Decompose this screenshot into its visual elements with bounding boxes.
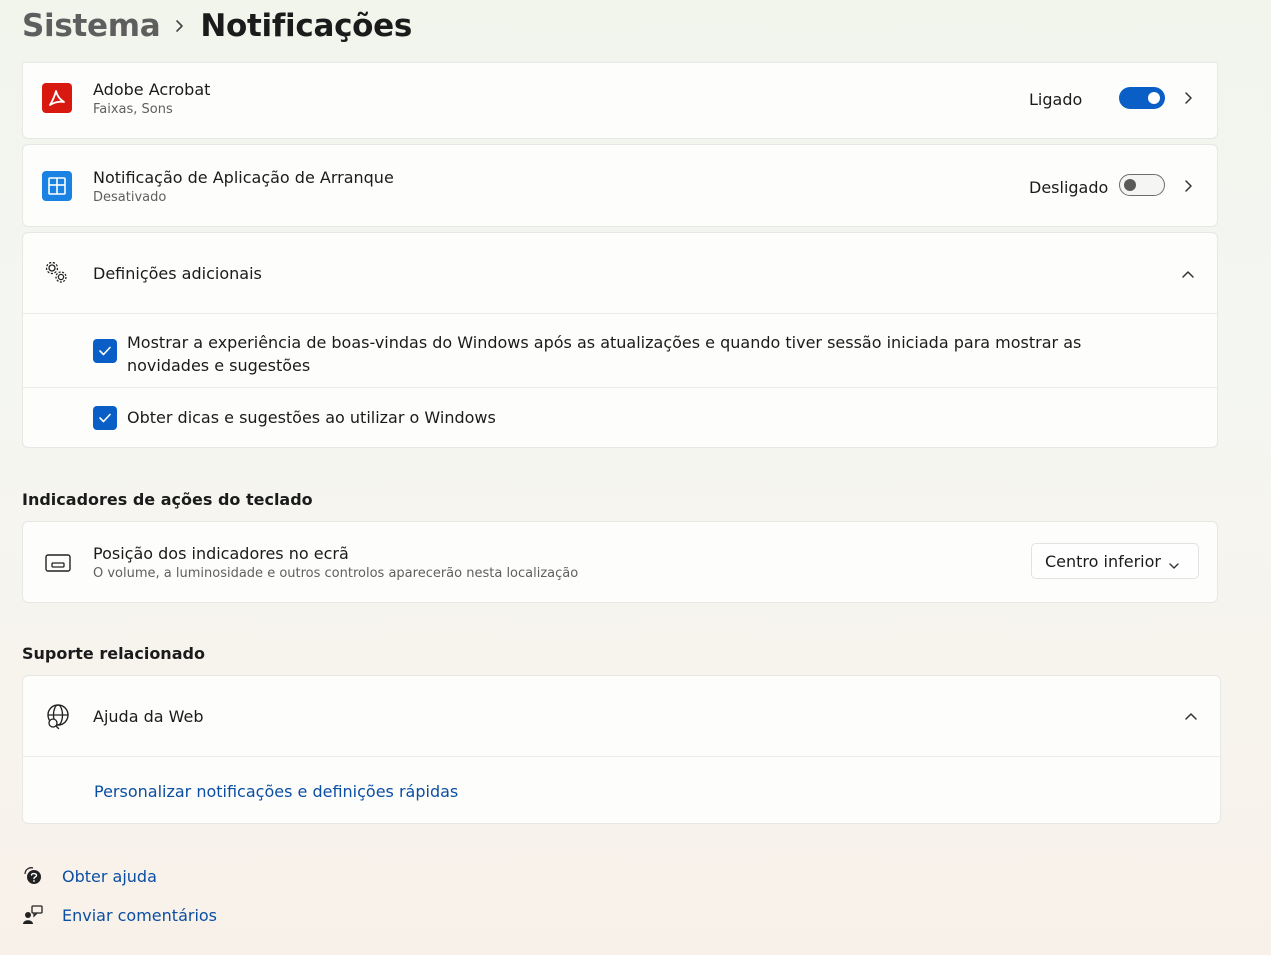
divider xyxy=(23,756,1220,757)
app-name: Adobe Acrobat xyxy=(93,80,211,99)
notification-toggle-startup-app[interactable] xyxy=(1119,174,1165,196)
chevron-right-icon[interactable] xyxy=(1181,91,1195,105)
app-name: Notificação de Aplicação de Arranque xyxy=(93,168,394,187)
dropdown-selected-value: Centro inferior xyxy=(1045,551,1161,571)
option-label: Mostrar a experiência de boas-vindas do … xyxy=(127,333,1082,375)
feedback-icon xyxy=(22,904,44,926)
indicator-position-subtitle: O volume, a luminosidade e outros contro… xyxy=(93,566,579,581)
gear-icon xyxy=(42,258,72,288)
web-help-header[interactable]: Ajuda da Web xyxy=(23,676,1220,756)
chevron-down-icon xyxy=(1168,556,1180,575)
option-welcome-experience[interactable]: Mostrar a experiência de boas-vindas do … xyxy=(23,314,1217,387)
chevron-up-icon[interactable] xyxy=(1181,267,1195,281)
additional-settings-header[interactable]: Definições adicionais xyxy=(23,233,1217,313)
indicator-position-dropdown[interactable]: Centro inferior xyxy=(1031,543,1199,579)
chevron-up-icon[interactable] xyxy=(1184,709,1198,723)
breadcrumb: Sistema Notificações xyxy=(22,4,412,48)
globe-help-icon xyxy=(43,702,73,732)
toggle-knob xyxy=(1148,92,1160,104)
app-card-adobe-acrobat[interactable]: Adobe Acrobat Faixas, Sons Ligado xyxy=(22,62,1218,139)
web-help-title: Ajuda da Web xyxy=(93,707,204,726)
page-title: Notificações xyxy=(200,8,413,44)
section-title-keyboard-indicators: Indicadores de ações do teclado xyxy=(22,490,313,509)
link-customize-notifications[interactable]: Personalizar notificações e definições r… xyxy=(94,782,458,801)
chevron-right-icon xyxy=(160,19,200,33)
help-chat-icon xyxy=(22,865,44,887)
toggle-state-label: Desligado xyxy=(1029,178,1109,197)
additional-settings-title: Definições adicionais xyxy=(93,264,262,283)
option-tips-suggestions[interactable]: Obter dicas e sugestões ao utilizar o Wi… xyxy=(23,388,1217,448)
keyboard-indicator-icon xyxy=(43,548,73,578)
toggle-state-label: Ligado xyxy=(1029,90,1083,109)
indicator-position-title: Posição dos indicadores no ecrã xyxy=(93,544,349,563)
get-help-item[interactable]: Obter ajuda xyxy=(22,865,157,887)
indicator-position-card: Posição dos indicadores no ecrã O volume… xyxy=(22,521,1218,603)
web-help-card: Ajuda da Web Personalizar notificações e… xyxy=(22,675,1221,824)
get-help-link[interactable]: Obter ajuda xyxy=(62,867,157,886)
send-feedback-link[interactable]: Enviar comentários xyxy=(62,906,217,925)
toggle-knob xyxy=(1124,179,1136,191)
app-subtitle: Faixas, Sons xyxy=(93,102,173,117)
checkbox-tips-suggestions[interactable] xyxy=(93,406,117,430)
breadcrumb-parent-sistema[interactable]: Sistema xyxy=(22,8,161,44)
notification-toggle-adobe-acrobat[interactable] xyxy=(1119,87,1165,109)
additional-settings-card: Definições adicionais Mostrar a experiên… xyxy=(22,232,1218,448)
checkbox-welcome-experience[interactable] xyxy=(93,339,117,363)
startup-app-icon xyxy=(42,171,72,201)
app-subtitle: Desativado xyxy=(93,190,167,205)
send-feedback-item[interactable]: Enviar comentários xyxy=(22,904,217,926)
app-card-startup-app-notification[interactable]: Notificação de Aplicação de Arranque Des… xyxy=(22,144,1218,227)
chevron-right-icon[interactable] xyxy=(1181,179,1195,193)
section-title-related-support: Suporte relacionado xyxy=(22,644,205,663)
adobe-acrobat-icon xyxy=(42,83,72,113)
option-label: Obter dicas e sugestões ao utilizar o Wi… xyxy=(127,408,496,427)
